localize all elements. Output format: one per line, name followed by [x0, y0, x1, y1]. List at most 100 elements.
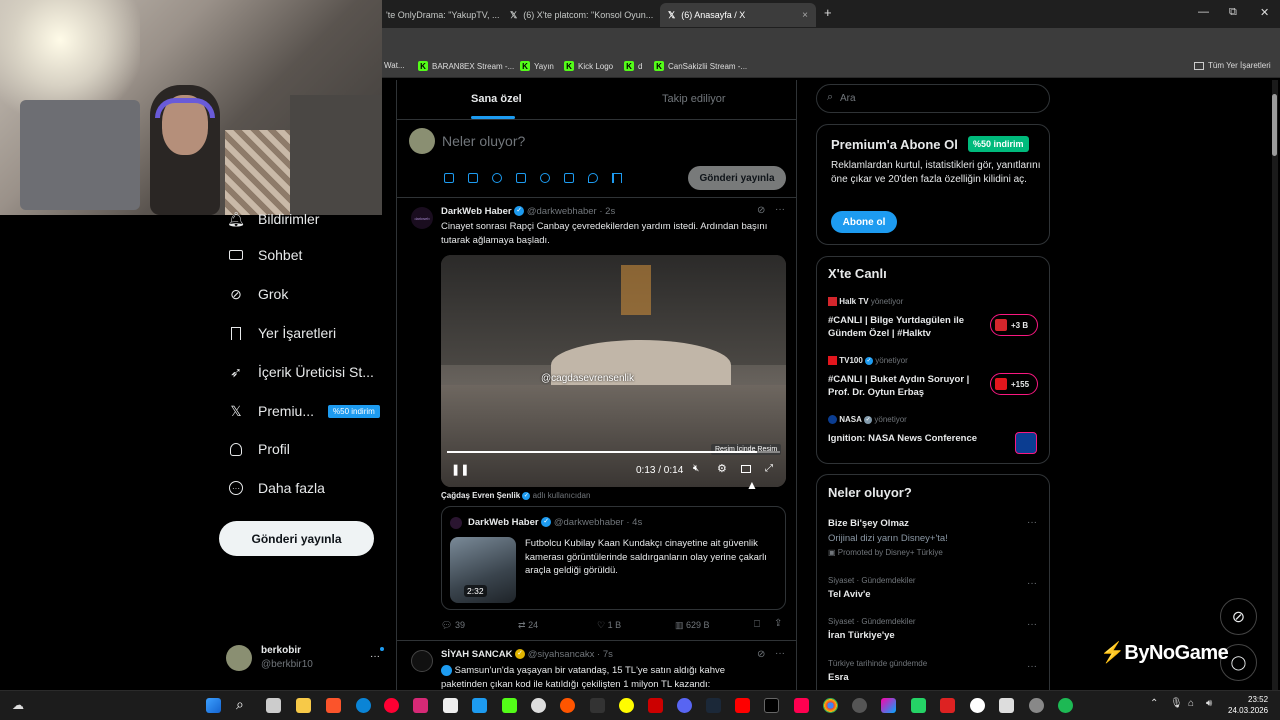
post-button[interactable]: Gönderi yayınla — [219, 521, 374, 556]
widgets-icon[interactable]: ☁ — [12, 698, 24, 712]
avatar[interactable]: darkweb — [411, 207, 433, 229]
nav-creator-studio[interactable]: ➶ İçerik Üreticisi St... — [228, 364, 374, 381]
gif-icon[interactable] — [468, 173, 478, 183]
bookmark-item[interactable]: K Kick Logo — [564, 61, 613, 71]
close-window-button[interactable]: ✕ — [1260, 6, 1269, 19]
grok-icon[interactable]: ⊘ — [757, 649, 765, 660]
flag-icon[interactable] — [612, 173, 622, 183]
fullscreen-icon[interactable]: ⤢ — [765, 463, 773, 474]
composer-input[interactable]: Neler oluyor? — [442, 133, 525, 149]
whatsapp-icon[interactable] — [911, 698, 926, 713]
tab-for-you[interactable]: Sana özel — [471, 93, 522, 105]
more-icon[interactable]: ··· — [1027, 578, 1037, 589]
trend-name[interactable]: Bize Bi'şey Olmaz — [828, 518, 909, 529]
nav-premium[interactable]: 𝕏 Premiu... %50 indirim — [228, 403, 380, 419]
snapchat-icon[interactable] — [619, 698, 634, 713]
scrollbar-thumb[interactable] — [1272, 94, 1277, 156]
discord-icon[interactable] — [677, 698, 692, 713]
live-host[interactable]: Halk TV yönetiyor — [828, 297, 903, 307]
live-stream-title[interactable]: Ignition: NASA News Conference — [828, 432, 998, 445]
live-host[interactable]: NASA ✓ yönetiyor — [828, 415, 907, 425]
tweet-author-name[interactable]: SİYAH SANCAK — [441, 649, 512, 660]
search-input[interactable]: ⌕ Ara — [816, 84, 1050, 113]
tab-following[interactable]: Takip ediliyor — [662, 93, 726, 105]
chevron-up-icon[interactable]: ⌃ — [1150, 698, 1158, 709]
nav-bookmarks[interactable]: Yer İşaretleri — [228, 325, 336, 341]
grok-icon[interactable] — [492, 173, 502, 183]
nav-grok[interactable]: ⊘ Grok — [228, 286, 288, 303]
settings-icon[interactable]: ⚙ — [717, 462, 727, 475]
tiktok-icon[interactable] — [794, 698, 809, 713]
capcut-icon[interactable] — [764, 698, 779, 713]
bookmark-item[interactable]: Wat... — [384, 61, 405, 70]
live-stream-title[interactable]: #CANLI | Buket Aydın Soruyor | Prof. Dr.… — [828, 373, 988, 399]
scrollbar[interactable] — [1272, 80, 1278, 690]
maximize-button[interactable]: ⧉ — [1229, 6, 1237, 19]
instagram-icon[interactable] — [413, 698, 428, 713]
live-stream-title[interactable]: #CANLI | Bilge Yurtdagülen ile Gündem Öz… — [828, 314, 988, 340]
subscribe-button[interactable]: Abone ol — [831, 211, 897, 233]
edge-icon[interactable] — [356, 698, 371, 713]
repost-button[interactable]: ⇄ 24 — [518, 620, 538, 631]
pause-icon[interactable]: ❚❚ — [451, 463, 469, 476]
avatar[interactable] — [226, 645, 252, 671]
like-button[interactable]: ♡ 1 B — [597, 620, 621, 631]
location-icon[interactable] — [588, 173, 598, 183]
youtube-music-icon[interactable] — [735, 698, 750, 713]
bookmark-item[interactable]: Kd — [624, 61, 642, 71]
nasa-avatar[interactable] — [1015, 432, 1037, 454]
picture-in-picture-icon[interactable] — [741, 465, 751, 473]
bookmark-item[interactable]: K CanSakizlii Stream -... — [654, 61, 747, 71]
trend-name[interactable]: İran Türkiye'ye — [828, 630, 895, 641]
schedule-icon[interactable] — [564, 173, 574, 183]
bookmark-icon[interactable]: ⎕ — [754, 619, 760, 630]
notepad-icon[interactable] — [443, 698, 458, 713]
trend-name[interactable]: Esra — [828, 672, 849, 683]
bookmark-item[interactable]: K BARAN8EX Stream -... — [418, 61, 514, 71]
live-host[interactable]: TV100 ✓ yönetiyor — [828, 356, 908, 366]
settings-icon[interactable] — [1029, 698, 1044, 713]
poll-icon[interactable] — [516, 173, 526, 183]
youtube-icon[interactable] — [384, 698, 399, 713]
video-progress-track[interactable] — [447, 451, 780, 453]
kick-icon[interactable] — [502, 698, 517, 713]
microphone-icon[interactable]: 🎙︎ — [1170, 698, 1183, 709]
nav-notifications[interactable]: 🔔︎ Bildirimler — [227, 211, 319, 228]
tweet-time[interactable]: · 7s — [597, 649, 613, 660]
attribution-name[interactable]: Çağdaş Evren Şenlik — [441, 491, 520, 500]
search-icon[interactable]: ⌕ — [236, 696, 244, 713]
all-bookmarks[interactable]: Tüm Yer İşaretleri — [1194, 61, 1271, 70]
epic-games-icon[interactable] — [590, 698, 605, 713]
spotify-icon[interactable] — [1058, 698, 1073, 713]
reply-button[interactable]: 💬︎ 39 — [441, 620, 465, 631]
twitter-icon[interactable] — [472, 698, 487, 713]
chrome-icon[interactable] — [823, 698, 838, 713]
more-icon[interactable]: ··· — [775, 648, 785, 659]
app-icon[interactable] — [940, 698, 955, 713]
steam-icon[interactable] — [706, 698, 721, 713]
app-icon[interactable] — [560, 698, 575, 713]
quoted-tweet[interactable]: DarkWeb Haber ✓ @darkwebhaber · 4s 2:32 … — [441, 506, 786, 610]
nav-profile[interactable]: Profil — [228, 441, 290, 457]
grok-icon[interactable]: ⊘ — [757, 205, 765, 216]
composer-post-button[interactable]: Gönderi yayınla — [688, 166, 786, 190]
tweet-author-handle[interactable]: @siyahsancakx — [528, 649, 595, 660]
trend-name[interactable]: Tel Aviv'e — [828, 589, 871, 600]
browser-tab[interactable]: 𝕏 (6) X'te platcom: "Konsol Oyun... × — [502, 3, 656, 27]
brave-icon[interactable] — [326, 698, 341, 713]
tweet-author-handle[interactable]: @darkwebhaber — [527, 206, 597, 217]
mute-icon[interactable]: 🔇︎ — [693, 463, 699, 474]
new-tab-button[interactable]: + — [824, 5, 832, 20]
share-icon[interactable]: ⇪ — [774, 618, 782, 629]
file-explorer-icon[interactable] — [296, 698, 311, 713]
live-listeners[interactable]: +155 — [990, 373, 1038, 395]
avatar[interactable] — [411, 650, 433, 672]
views-button[interactable]: ▥ 629 B — [675, 620, 710, 631]
image-icon[interactable] — [444, 173, 454, 183]
more-icon[interactable]: ··· — [775, 204, 785, 215]
yandex-icon[interactable] — [970, 698, 985, 713]
clock[interactable]: 23:52 24.03.2026 — [1228, 694, 1268, 716]
browser-tab-active[interactable]: 𝕏 (6) Anasayfa / X × — [660, 3, 816, 27]
obs-icon[interactable] — [531, 698, 546, 713]
close-icon[interactable]: × — [802, 10, 808, 21]
